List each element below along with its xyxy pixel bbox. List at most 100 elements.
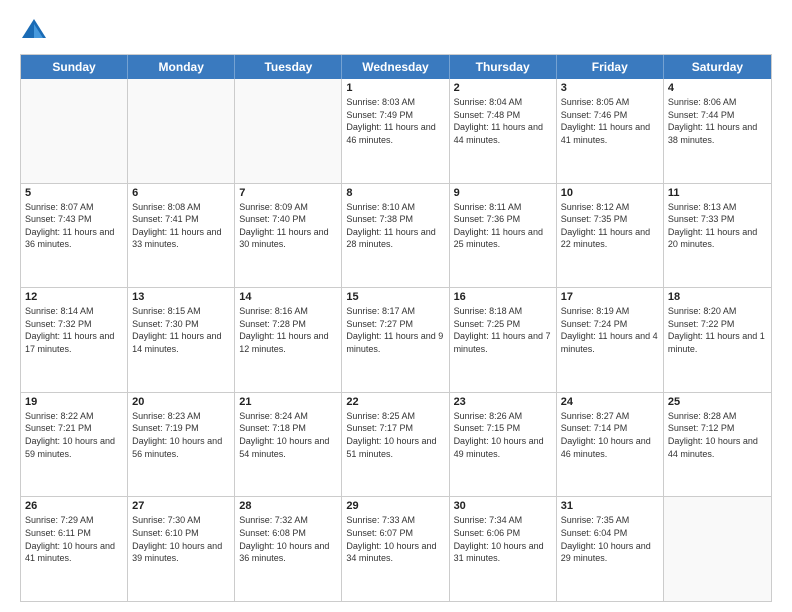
day-number: 24 <box>561 396 659 408</box>
calendar-cell <box>128 79 235 183</box>
day-number: 16 <box>454 291 552 303</box>
day-number: 7 <box>239 187 337 199</box>
cell-info: Sunrise: 8:28 AM Sunset: 7:12 PM Dayligh… <box>668 410 767 460</box>
day-number: 5 <box>25 187 123 199</box>
day-number: 1 <box>346 82 444 94</box>
calendar-cell: 25 Sunrise: 8:28 AM Sunset: 7:12 PM Dayli… <box>664 393 771 497</box>
calendar-cell: 20 Sunrise: 8:23 AM Sunset: 7:19 PM Dayli… <box>128 393 235 497</box>
day-number: 4 <box>668 82 767 94</box>
calendar-cell: 2 Sunrise: 8:04 AM Sunset: 7:48 PM Daylig… <box>450 79 557 183</box>
calendar-cell <box>664 497 771 601</box>
cell-info: Sunrise: 8:07 AM Sunset: 7:43 PM Dayligh… <box>25 201 123 251</box>
cell-info: Sunrise: 8:17 AM Sunset: 7:27 PM Dayligh… <box>346 305 444 355</box>
header <box>20 16 772 44</box>
cell-info: Sunrise: 8:04 AM Sunset: 7:48 PM Dayligh… <box>454 96 552 146</box>
calendar-cell: 17 Sunrise: 8:19 AM Sunset: 7:24 PM Dayli… <box>557 288 664 392</box>
day-number: 3 <box>561 82 659 94</box>
calendar-row: 19Sunrise: 8:22 AM Sunset: 7:21 PM Dayli… <box>21 393 771 498</box>
day-number: 6 <box>132 187 230 199</box>
cell-info: Sunrise: 8:19 AM Sunset: 7:24 PM Dayligh… <box>561 305 659 355</box>
day-number: 20 <box>132 396 230 408</box>
calendar-cell: 26 Sunrise: 7:29 AM Sunset: 6:11 PM Dayli… <box>21 497 128 601</box>
day-number: 12 <box>25 291 123 303</box>
day-number: 26 <box>25 500 123 512</box>
calendar-cell <box>235 79 342 183</box>
cell-info: Sunrise: 8:08 AM Sunset: 7:41 PM Dayligh… <box>132 201 230 251</box>
calendar-cell: 31 Sunrise: 7:35 AM Sunset: 6:04 PM Dayli… <box>557 497 664 601</box>
day-number: 15 <box>346 291 444 303</box>
calendar-cell: 18 Sunrise: 8:20 AM Sunset: 7:22 PM Dayli… <box>664 288 771 392</box>
day-number: 22 <box>346 396 444 408</box>
weekday-header: Friday <box>557 55 664 79</box>
cell-info: Sunrise: 8:11 AM Sunset: 7:36 PM Dayligh… <box>454 201 552 251</box>
calendar-row: 5 Sunrise: 8:07 AM Sunset: 7:43 PM Daylig… <box>21 184 771 289</box>
cell-info: Sunrise: 7:34 AM Sunset: 6:06 PM Dayligh… <box>454 514 552 564</box>
cell-info: Sunrise: 8:27 AM Sunset: 7:14 PM Dayligh… <box>561 410 659 460</box>
day-number: 29 <box>346 500 444 512</box>
logo <box>20 16 52 44</box>
calendar-cell: 16Sunrise: 8:18 AM Sunset: 7:25 PM Dayli… <box>450 288 557 392</box>
day-number: 9 <box>454 187 552 199</box>
cell-info: Sunrise: 8:05 AM Sunset: 7:46 PM Dayligh… <box>561 96 659 146</box>
calendar-cell: 3 Sunrise: 8:05 AM Sunset: 7:46 PM Daylig… <box>557 79 664 183</box>
calendar-cell: 27 Sunrise: 7:30 AM Sunset: 6:10 PM Dayli… <box>128 497 235 601</box>
day-number: 14 <box>239 291 337 303</box>
calendar-cell: 5 Sunrise: 8:07 AM Sunset: 7:43 PM Daylig… <box>21 184 128 288</box>
calendar-cell: 7 Sunrise: 8:09 AM Sunset: 7:40 PM Daylig… <box>235 184 342 288</box>
calendar-row: 1 Sunrise: 8:03 AM Sunset: 7:49 PM Daylig… <box>21 79 771 184</box>
cell-info: Sunrise: 8:09 AM Sunset: 7:40 PM Dayligh… <box>239 201 337 251</box>
calendar: SundayMondayTuesdayWednesdayThursdayFrid… <box>20 54 772 602</box>
calendar-cell: 15 Sunrise: 8:17 AM Sunset: 7:27 PM Dayli… <box>342 288 449 392</box>
calendar-cell: 13 Sunrise: 8:15 AM Sunset: 7:30 PM Dayli… <box>128 288 235 392</box>
weekday-header: Monday <box>128 55 235 79</box>
calendar-body: 1 Sunrise: 8:03 AM Sunset: 7:49 PM Daylig… <box>21 79 771 601</box>
calendar-row: 12Sunrise: 8:14 AM Sunset: 7:32 PM Dayli… <box>21 288 771 393</box>
cell-info: Sunrise: 7:30 AM Sunset: 6:10 PM Dayligh… <box>132 514 230 564</box>
calendar-cell: 28Sunrise: 7:32 AM Sunset: 6:08 PM Dayli… <box>235 497 342 601</box>
day-number: 31 <box>561 500 659 512</box>
weekday-header: Saturday <box>664 55 771 79</box>
calendar-cell: 14Sunrise: 8:16 AM Sunset: 7:28 PM Dayli… <box>235 288 342 392</box>
calendar-cell: 4Sunrise: 8:06 AM Sunset: 7:44 PM Daylig… <box>664 79 771 183</box>
calendar-cell: 19Sunrise: 8:22 AM Sunset: 7:21 PM Dayli… <box>21 393 128 497</box>
calendar-cell: 22 Sunrise: 8:25 AM Sunset: 7:17 PM Dayli… <box>342 393 449 497</box>
cell-info: Sunrise: 8:12 AM Sunset: 7:35 PM Dayligh… <box>561 201 659 251</box>
day-number: 25 <box>668 396 767 408</box>
day-number: 13 <box>132 291 230 303</box>
calendar-cell: 21Sunrise: 8:24 AM Sunset: 7:18 PM Dayli… <box>235 393 342 497</box>
cell-info: Sunrise: 7:35 AM Sunset: 6:04 PM Dayligh… <box>561 514 659 564</box>
calendar-cell: 8Sunrise: 8:10 AM Sunset: 7:38 PM Daylig… <box>342 184 449 288</box>
day-number: 27 <box>132 500 230 512</box>
cell-info: Sunrise: 8:03 AM Sunset: 7:49 PM Dayligh… <box>346 96 444 146</box>
calendar-row: 26 Sunrise: 7:29 AM Sunset: 6:11 PM Dayli… <box>21 497 771 601</box>
day-number: 18 <box>668 291 767 303</box>
cell-info: Sunrise: 8:23 AM Sunset: 7:19 PM Dayligh… <box>132 410 230 460</box>
calendar-cell: 10 Sunrise: 8:12 AM Sunset: 7:35 PM Dayli… <box>557 184 664 288</box>
weekday-header: Wednesday <box>342 55 449 79</box>
day-number: 2 <box>454 82 552 94</box>
calendar-cell: 6 Sunrise: 8:08 AM Sunset: 7:41 PM Daylig… <box>128 184 235 288</box>
cell-info: Sunrise: 8:15 AM Sunset: 7:30 PM Dayligh… <box>132 305 230 355</box>
calendar-cell: 30 Sunrise: 7:34 AM Sunset: 6:06 PM Dayli… <box>450 497 557 601</box>
cell-info: Sunrise: 7:32 AM Sunset: 6:08 PM Dayligh… <box>239 514 337 564</box>
day-number: 21 <box>239 396 337 408</box>
calendar-cell <box>21 79 128 183</box>
calendar-cell: 1 Sunrise: 8:03 AM Sunset: 7:49 PM Daylig… <box>342 79 449 183</box>
day-number: 23 <box>454 396 552 408</box>
cell-info: Sunrise: 8:22 AM Sunset: 7:21 PM Dayligh… <box>25 410 123 460</box>
cell-info: Sunrise: 8:13 AM Sunset: 7:33 PM Dayligh… <box>668 201 767 251</box>
weekday-header: Sunday <box>21 55 128 79</box>
cell-info: Sunrise: 7:29 AM Sunset: 6:11 PM Dayligh… <box>25 514 123 564</box>
day-number: 17 <box>561 291 659 303</box>
cell-info: Sunrise: 8:20 AM Sunset: 7:22 PM Dayligh… <box>668 305 767 355</box>
cell-info: Sunrise: 7:33 AM Sunset: 6:07 PM Dayligh… <box>346 514 444 564</box>
logo-icon <box>20 16 48 44</box>
day-number: 10 <box>561 187 659 199</box>
page: SundayMondayTuesdayWednesdayThursdayFrid… <box>0 0 792 612</box>
weekday-header: Tuesday <box>235 55 342 79</box>
day-number: 30 <box>454 500 552 512</box>
cell-info: Sunrise: 8:26 AM Sunset: 7:15 PM Dayligh… <box>454 410 552 460</box>
cell-info: Sunrise: 8:25 AM Sunset: 7:17 PM Dayligh… <box>346 410 444 460</box>
weekday-header: Thursday <box>450 55 557 79</box>
calendar-header: SundayMondayTuesdayWednesdayThursdayFrid… <box>21 55 771 79</box>
